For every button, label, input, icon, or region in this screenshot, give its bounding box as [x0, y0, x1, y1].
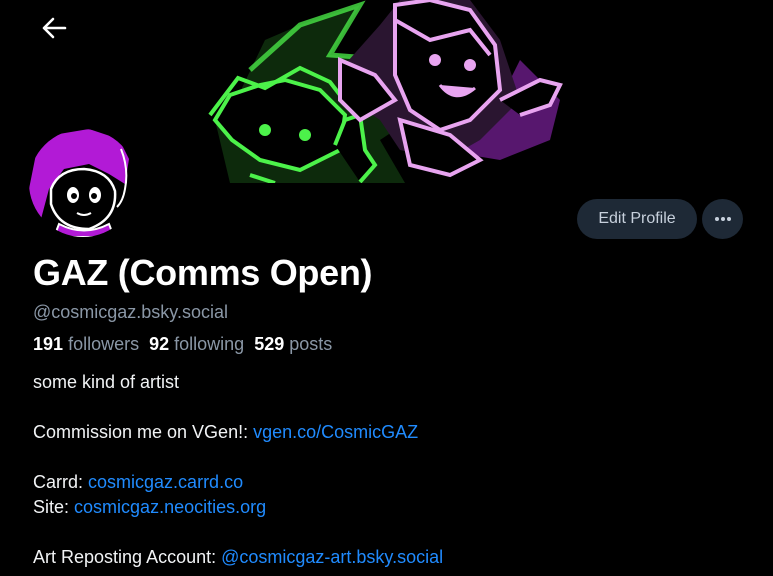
- more-options-button[interactable]: [702, 199, 743, 239]
- followers-stat[interactable]: 191 followers: [33, 334, 139, 355]
- bio-commission-prefix: Commission me on VGen!:: [33, 422, 249, 442]
- bio-carrd-prefix: Carrd:: [33, 472, 84, 492]
- vgen-link[interactable]: vgen.co/CosmicGAZ: [253, 422, 418, 442]
- followers-count: 191: [33, 334, 64, 354]
- bio-site-line: Site: cosmicgaz.neocities.org: [33, 495, 443, 520]
- following-count: 92: [149, 334, 170, 354]
- ellipsis-icon: [714, 217, 731, 221]
- bio-repost-prefix: Art Reposting Account:: [33, 547, 217, 567]
- avatar[interactable]: [26, 126, 140, 240]
- profile-bio: some kind of artist Commission me on VGe…: [33, 370, 443, 570]
- back-button[interactable]: [34, 8, 74, 48]
- posts-stat: 529 posts: [254, 334, 332, 355]
- repost-account-link[interactable]: @cosmicgaz-art.bsky.social: [221, 547, 443, 567]
- bio-repost-line: Art Reposting Account: @cosmicgaz-art.bs…: [33, 545, 443, 570]
- bio-carrd-line: Carrd: cosmicgaz.carrd.co: [33, 470, 443, 495]
- posts-label: posts: [289, 334, 333, 354]
- edit-profile-button[interactable]: Edit Profile: [577, 199, 697, 239]
- bio-commission-line: Commission me on VGen!: vgen.co/CosmicGA…: [33, 420, 443, 445]
- arrow-left-icon: [42, 17, 67, 39]
- following-label: following: [174, 334, 245, 354]
- bio-site-prefix: Site:: [33, 497, 70, 517]
- site-link[interactable]: cosmicgaz.neocities.org: [74, 497, 266, 517]
- posts-count: 529: [254, 334, 285, 354]
- bio-line: some kind of artist: [33, 372, 180, 392]
- profile-stats: 191 followers 92 following 529 posts: [33, 334, 332, 355]
- display-name: GAZ (Comms Open): [33, 252, 373, 293]
- avatar-artwork: [29, 129, 137, 237]
- carrd-link[interactable]: cosmicgaz.carrd.co: [88, 472, 243, 492]
- following-stat[interactable]: 92 following: [149, 334, 244, 355]
- followers-label: followers: [68, 334, 140, 354]
- profile-handle: @cosmicgaz.bsky.social: [33, 302, 228, 322]
